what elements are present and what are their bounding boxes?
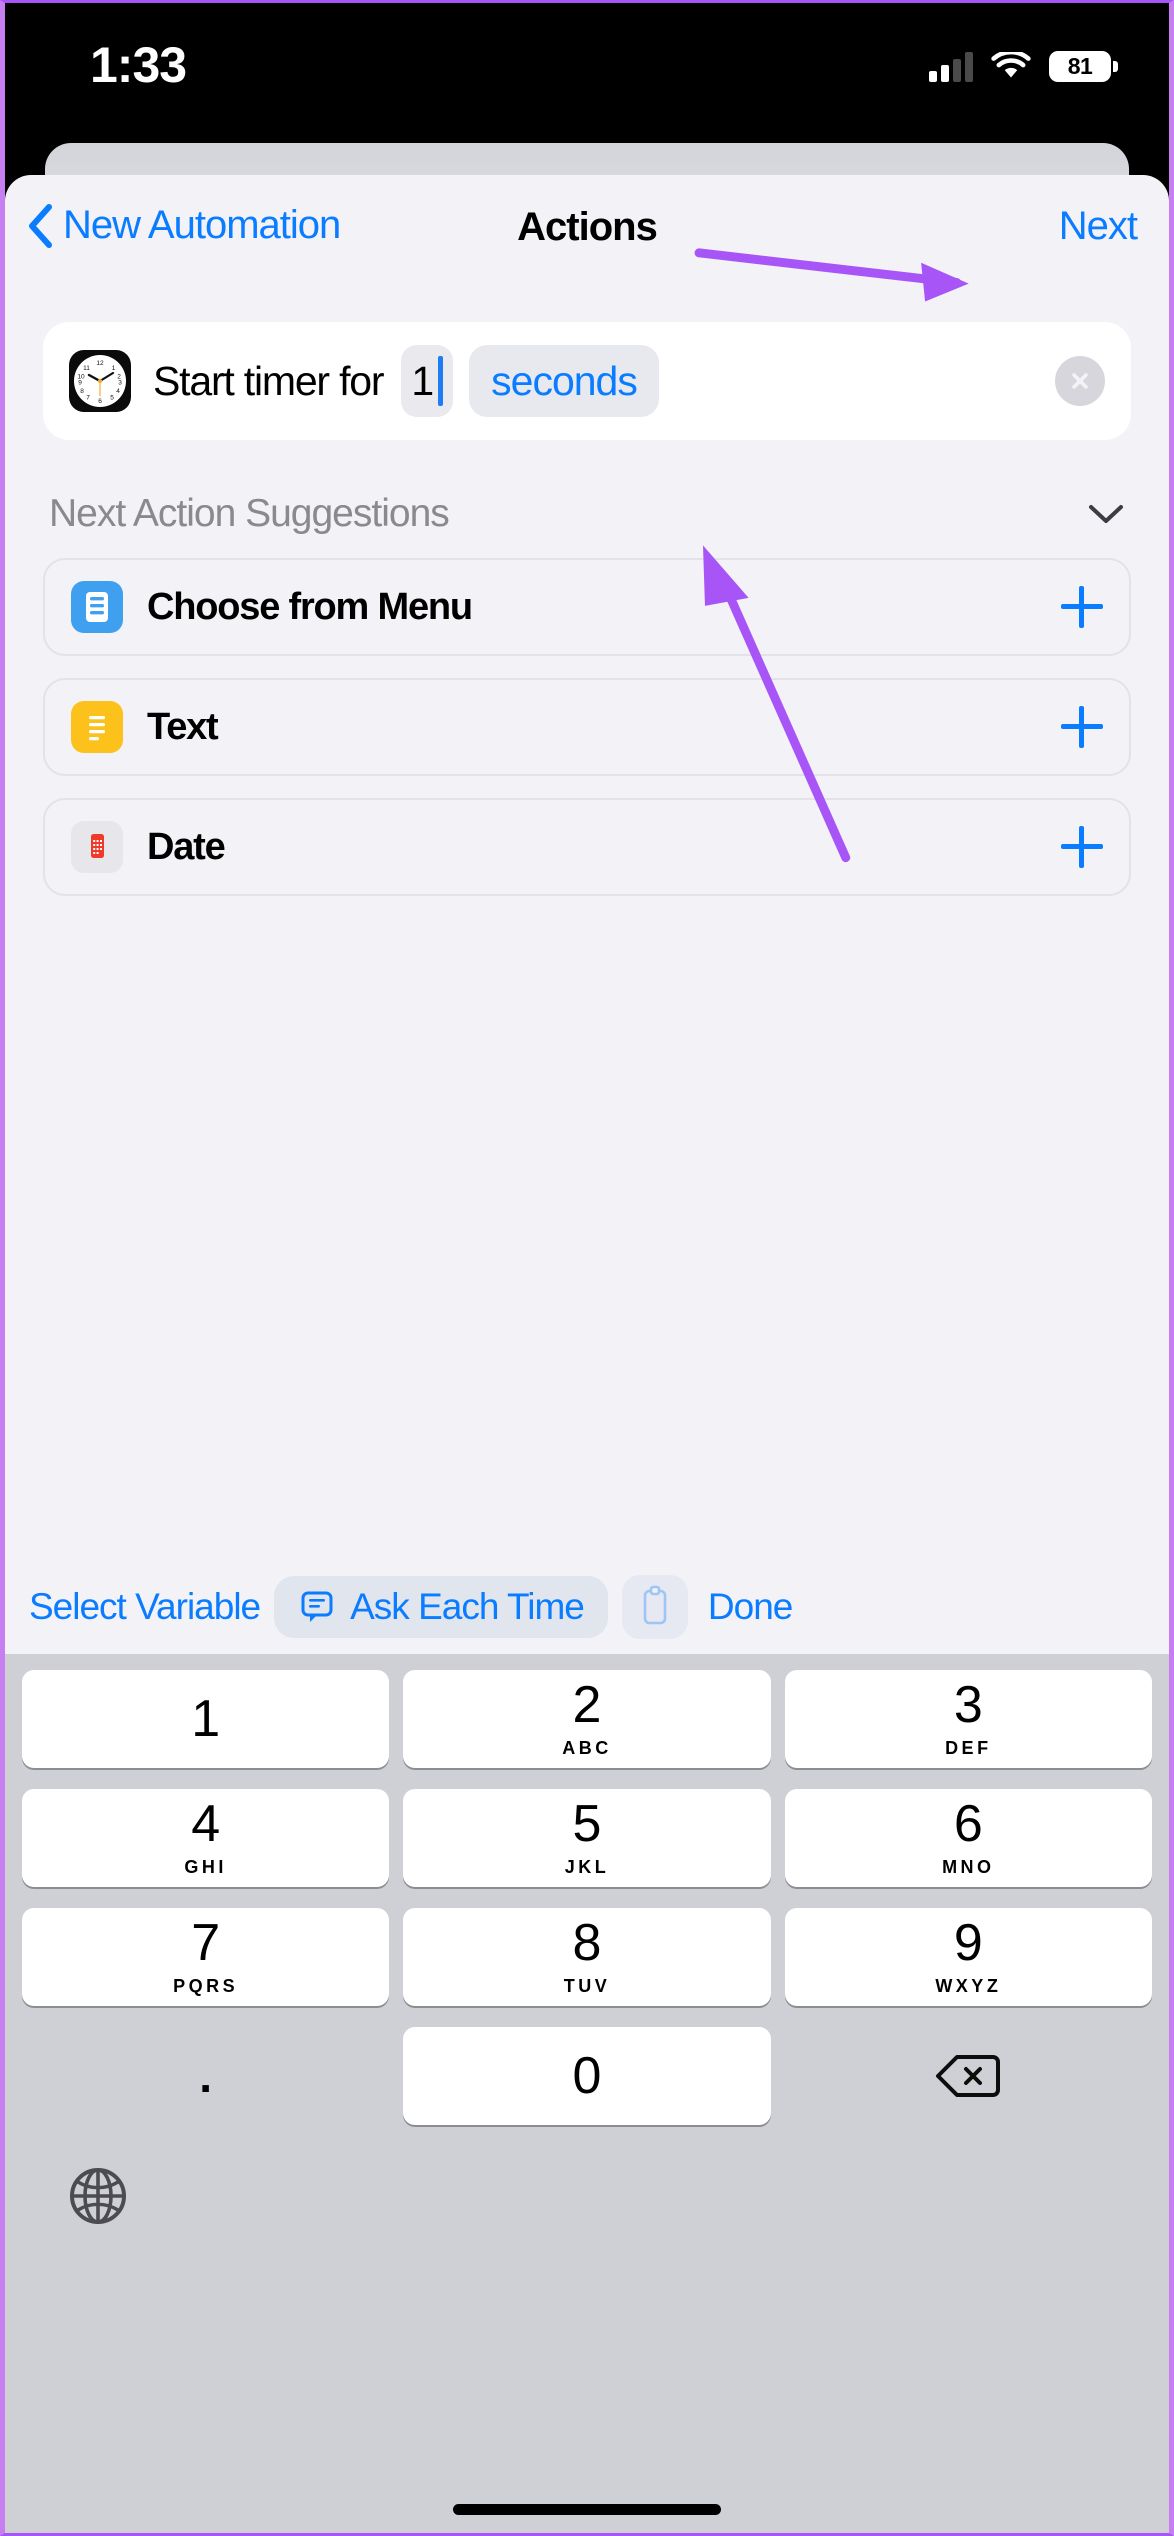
actions-sheet: New Automation Actions Next 12 1 2 345 678… [5,175,1169,2533]
key-digit: 5 [572,1795,602,1853]
calendar-icon [71,821,123,873]
keypad-row: 7 PQRS 8 TUV 9 WXYZ [15,1908,1159,2006]
key-0[interactable]: 0 [403,2027,771,2125]
numeric-keypad: 1 2 ABC 3 DEF 4 GHI 5 JKL 6 MNO 7 PQRS 8… [5,1654,1169,2533]
key-digit: 4 [191,1795,221,1853]
done-button[interactable]: Done [708,1586,793,1628]
backspace-icon [936,2055,1001,2097]
svg-text:8: 8 [80,388,84,395]
close-circle-icon[interactable] [1055,356,1105,406]
key-digit: 3 [953,1676,983,1734]
key-delete[interactable] [785,2027,1152,2125]
key-digit: . [199,2050,213,2102]
key-9[interactable]: 9 WXYZ [784,1908,1152,2006]
battery-level: 81 [1067,53,1093,79]
plus-icon[interactable] [1061,706,1103,748]
key-letters: WXYZ [935,1976,1002,1996]
svg-text:3: 3 [118,380,122,387]
key-letters: ABC [562,1738,612,1758]
timer-value-input[interactable]: 1 [401,345,454,417]
keypad-row: . 0 [15,2027,1159,2125]
menu-list-icon [71,581,123,633]
navigation-bar: New Automation Actions Next [5,175,1169,290]
ask-each-time-label: Ask Each Time [350,1586,585,1627]
suggestions-title: Next Action Suggestions [49,492,450,535]
svg-text:6: 6 [98,398,102,405]
timer-value: 1 [411,357,435,404]
svg-text:4: 4 [116,388,120,395]
key-3[interactable]: 3 DEF [784,1670,1152,1768]
svg-text:12: 12 [96,360,104,367]
text-cursor [438,356,444,406]
timer-unit-label: seconds [491,357,638,404]
key-8[interactable]: 8 TUV [403,1908,771,2006]
speech-bubble-icon [301,1591,333,1622]
list-item[interactable]: Choose from Menu [43,558,1131,656]
list-item-label: Date [147,825,226,868]
home-indicator [453,2504,721,2515]
key-digit: 2 [572,1676,602,1734]
page-title: Actions [517,205,658,249]
cellular-signal-icon [929,51,973,82]
key-1[interactable]: 1 [22,1670,390,1768]
key-7[interactable]: 7 PQRS [22,1908,390,2006]
battery-icon: 81 [1049,51,1118,82]
status-bar-indicators: 81 [929,51,1118,82]
suggestions-header[interactable]: Next Action Suggestions [49,492,1125,536]
chevron-down-icon[interactable] [1087,502,1125,526]
keypad-row: 4 GHI 5 JKL 6 MNO [15,1789,1159,1887]
clipboard-icon [643,1585,667,1625]
svg-text:5: 5 [110,395,114,402]
timer-unit-selector[interactable]: seconds [469,345,659,417]
status-bar: 1:33 81 [5,3,1169,135]
key-4[interactable]: 4 GHI [22,1789,390,1887]
next-button[interactable]: Next [1059,204,1138,249]
back-button-label: New Automation [63,203,341,247]
key-digit: 7 [191,1914,221,1972]
svg-text:1: 1 [112,365,116,372]
plus-icon[interactable] [1061,826,1103,868]
back-button[interactable]: New Automation [27,203,341,248]
clock-app-icon: 12 1 2 345 678 9 10 11 [69,350,131,412]
key-decimal[interactable]: . [22,2027,389,2125]
list-item-label: Text [147,705,219,748]
key-letters: TUV [563,1976,611,1996]
text-lines-icon [71,701,123,753]
ask-each-time-button[interactable]: Ask Each Time [274,1576,608,1638]
key-letters: MNO [942,1857,995,1877]
key-letters: GHI [184,1857,227,1877]
plus-icon[interactable] [1061,586,1103,628]
clipboard-button[interactable] [621,1575,688,1639]
wifi-icon [991,52,1031,78]
keypad-row: 1 2 ABC 3 DEF [15,1670,1159,1768]
key-digit: 6 [953,1795,983,1853]
action-label: Start timer for [153,357,385,404]
keyboard-bottom-row [15,2146,1159,2246]
key-letters: DEF [945,1738,992,1758]
svg-text:7: 7 [86,395,90,402]
key-letters: PQRS [173,1976,239,1996]
globe-icon[interactable] [67,2165,129,2227]
select-variable-button[interactable]: Select Variable [29,1586,261,1628]
svg-text:10: 10 [77,374,85,381]
list-item[interactable]: Date [43,798,1131,896]
variable-toolbar: Select Variable Ask Each Time Done [5,1560,1169,1654]
key-digit: 1 [191,1690,221,1748]
key-2[interactable]: 2 ABC [403,1670,771,1768]
svg-text:11: 11 [83,365,90,372]
key-6[interactable]: 6 MNO [784,1789,1152,1887]
list-item-label: Choose from Menu [147,585,473,628]
key-digit: 9 [953,1914,983,1972]
chevron-left-icon [29,203,52,248]
status-bar-time: 1:33 [90,37,187,93]
action-card-start-timer[interactable]: 12 1 2 345 678 9 10 11 Start timer for 1 sec… [43,322,1131,440]
key-letters: JKL [564,1857,610,1877]
key-5[interactable]: 5 JKL [403,1789,771,1887]
svg-text:9: 9 [78,380,82,387]
key-digit: 8 [572,1914,602,1972]
key-digit: 0 [572,2047,602,2105]
list-item[interactable]: Text [43,678,1131,776]
